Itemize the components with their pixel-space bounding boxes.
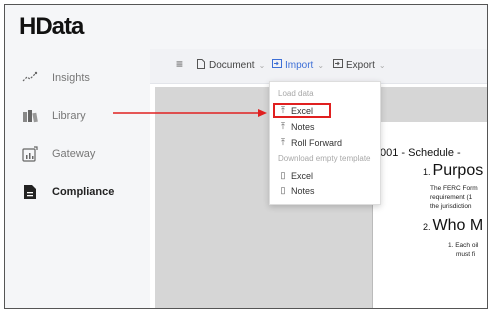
annotation-arrow [113,109,267,117]
app-window: HData Insights Library Gateway Complianc… [4,4,488,309]
